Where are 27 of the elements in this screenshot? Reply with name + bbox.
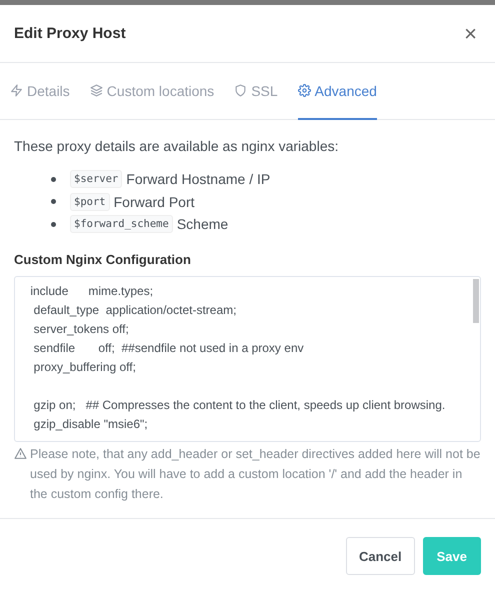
tab[interactable]: Details bbox=[10, 63, 70, 120]
variable-description: Forward Port bbox=[114, 194, 195, 210]
note-text: Please note, that any add_header or set_header directives added here will not be used by nginx. You will have to add a custom location '/' and add the header in the custom config there. bbox=[30, 446, 481, 503]
variable-description: Forward Hostname / IP bbox=[126, 171, 270, 188]
close-button[interactable]: × bbox=[460, 20, 481, 46]
bullet-icon bbox=[51, 199, 56, 204]
config-field[interactable]: include mime.types; default_type application/octet-stream; server_tokens off; sendfile off; ##sendfile not used in a proxy env proxy_buffering off; gzip on; ## Compresses the content to the client, speeds up client browsing. gzip_disable "msie6"; bbox=[14, 276, 481, 442]
variable-code: $port bbox=[70, 192, 110, 211]
variable-code: $forward_scheme bbox=[70, 215, 173, 234]
field-label: Custom Nginx Configuration bbox=[14, 252, 192, 266]
variable-description: Scheme bbox=[176, 216, 228, 232]
layers-icon bbox=[90, 84, 103, 97]
bullet-icon bbox=[51, 176, 56, 182]
tab[interactable]: SSL bbox=[234, 63, 278, 120]
bullet-icon bbox=[51, 222, 56, 227]
intro-text: These proxy details are available as nginx variables: bbox=[14, 138, 340, 154]
bolt-icon bbox=[10, 84, 23, 97]
shield-icon bbox=[234, 84, 248, 97]
tab[interactable]: Custom locations bbox=[90, 63, 214, 120]
save-button[interactable]: Save bbox=[422, 537, 481, 575]
tab[interactable]: Advanced bbox=[298, 63, 377, 120]
variable-code: $server bbox=[70, 170, 122, 188]
modal-title: Edit Proxy Host bbox=[14, 25, 126, 42]
cancel-button[interactable]: Cancel bbox=[346, 537, 415, 575]
settings-icon bbox=[298, 84, 311, 97]
scrollbar[interactable] bbox=[473, 278, 479, 322]
warning-icon bbox=[14, 446, 27, 460]
